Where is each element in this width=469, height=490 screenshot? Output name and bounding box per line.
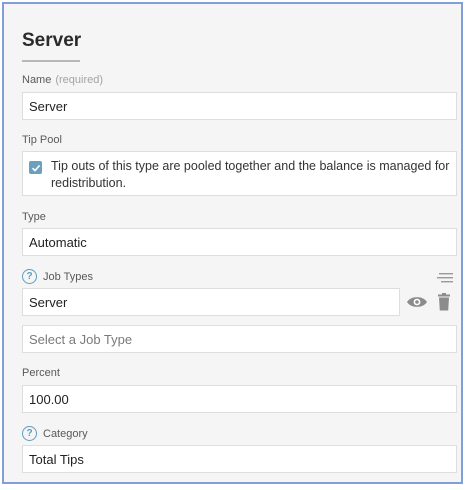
question-circle-icon[interactable]: ?: [22, 269, 37, 284]
checkmark-icon: [31, 164, 40, 172]
category-label: ? Category: [22, 426, 88, 441]
eye-icon[interactable]: [406, 293, 428, 311]
reorder-lines-icon[interactable]: [436, 271, 454, 285]
name-input[interactable]: Server: [22, 92, 457, 120]
trash-icon[interactable]: [436, 292, 452, 312]
job-type-item-server[interactable]: Server: [22, 288, 400, 316]
type-label: Type: [22, 211, 46, 223]
job-types-label: ? Job Types: [22, 269, 93, 284]
tip-pool-panel: Tip outs of this type are pooled togethe…: [22, 151, 457, 196]
job-types-label-text: Job Types: [43, 270, 93, 283]
tip-pool-checkbox[interactable]: [29, 161, 42, 174]
tip-pool-label: Tip Pool: [22, 134, 62, 146]
select-job-type-input[interactable]: Select a Job Type: [22, 325, 457, 353]
form-title: Server: [22, 30, 82, 51]
name-label-text: Name: [22, 74, 52, 86]
tip-type-form-panel: Server Name (required) Server Tip Pool T…: [2, 2, 463, 484]
percent-label: Percent: [22, 367, 60, 379]
question-circle-icon[interactable]: ?: [22, 426, 37, 441]
required-note: (required): [55, 74, 104, 86]
category-field[interactable]: Total Tips: [22, 445, 457, 473]
name-label: Name (required): [22, 74, 103, 86]
tip-pool-description: Tip outs of this type are pooled togethe…: [51, 159, 450, 190]
type-field[interactable]: Automatic: [22, 228, 457, 256]
percent-input[interactable]: 100.00: [22, 385, 457, 413]
category-label-text: Category: [43, 427, 88, 440]
title-underline: [22, 60, 80, 62]
